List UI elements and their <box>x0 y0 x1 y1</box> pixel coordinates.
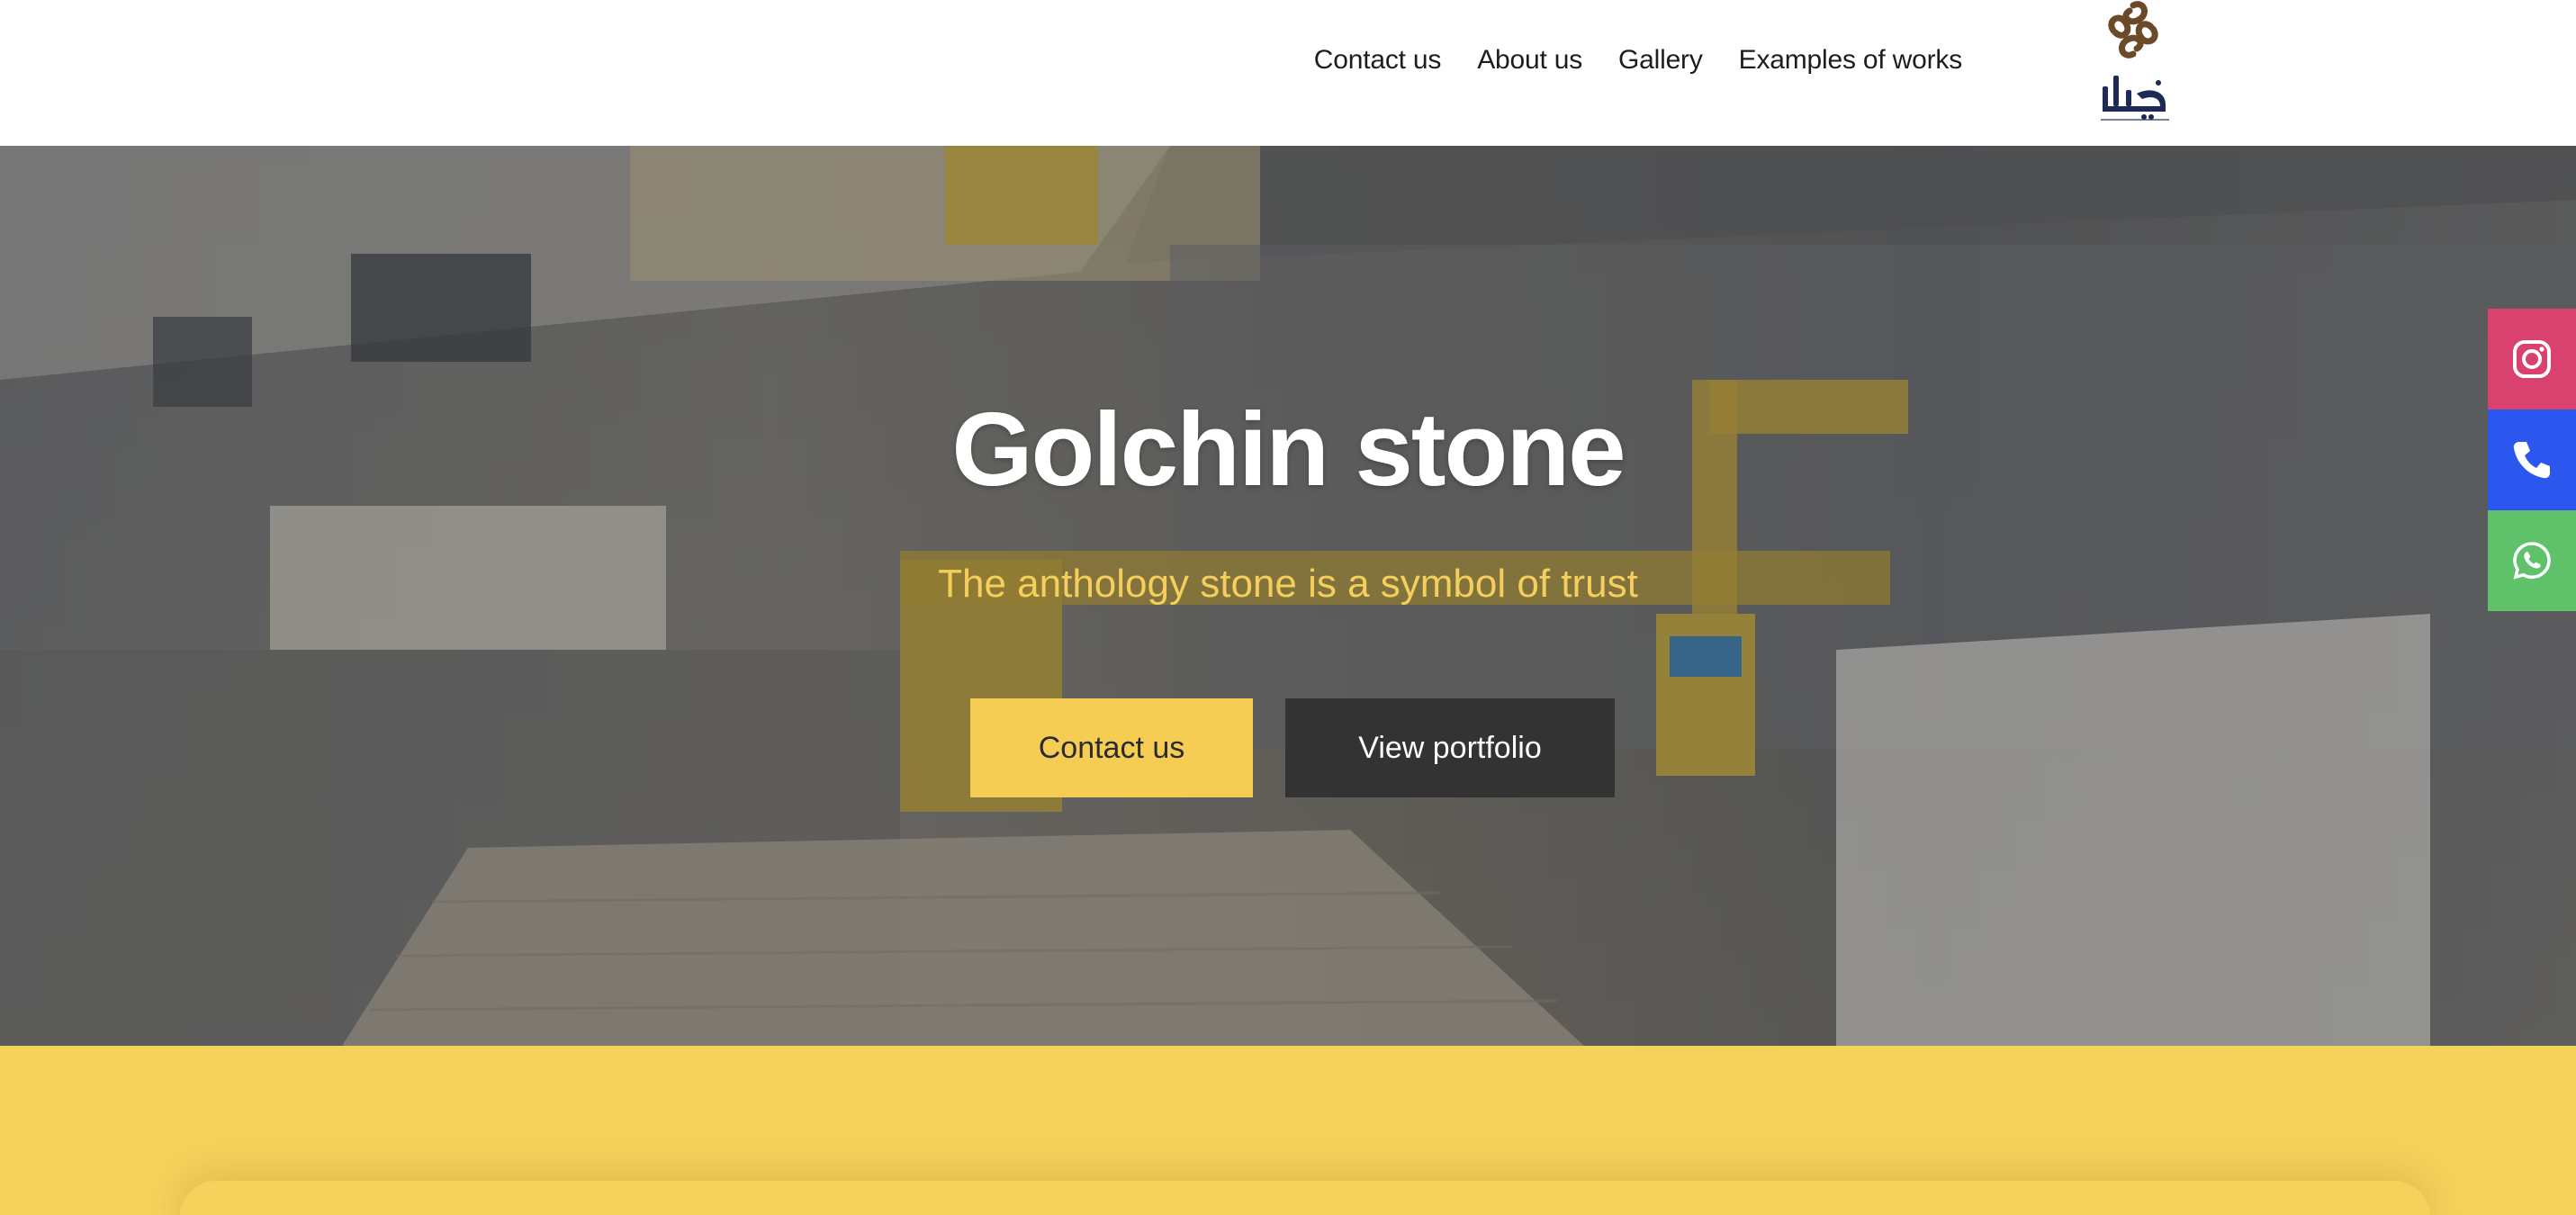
site-header: Contact us About us Gallery Examples of … <box>0 0 2576 146</box>
contact-us-button[interactable]: Contact us <box>970 698 1253 797</box>
nav-contact-us[interactable]: Contact us <box>1314 45 1442 76</box>
phone-icon <box>2513 442 2550 479</box>
hero-title: Golchin stone <box>951 391 1626 508</box>
card-shadow <box>180 1181 2430 1215</box>
golchin-logo-icon[interactable] <box>2090 0 2180 126</box>
yellow-section <box>0 1046 2576 1215</box>
main-nav: Contact us About us Gallery Examples of … <box>1314 45 1962 76</box>
nav-gallery[interactable]: Gallery <box>1618 45 1703 76</box>
whatsapp-button[interactable] <box>2488 510 2576 611</box>
nav-about-us[interactable]: About us <box>1477 45 1582 76</box>
whatsapp-icon <box>2513 542 2551 580</box>
instagram-button[interactable] <box>2488 309 2576 410</box>
hero-subtitle: The anthology stone is a symbol of trust <box>938 562 1638 606</box>
instagram-icon <box>2513 340 2551 378</box>
hero-section: Golchin stone The anthology stone is a s… <box>0 146 2576 1046</box>
view-portfolio-button[interactable]: View portfolio <box>1285 698 1615 797</box>
nav-examples-of-works[interactable]: Examples of works <box>1739 45 1963 76</box>
phone-button[interactable] <box>2488 410 2576 510</box>
